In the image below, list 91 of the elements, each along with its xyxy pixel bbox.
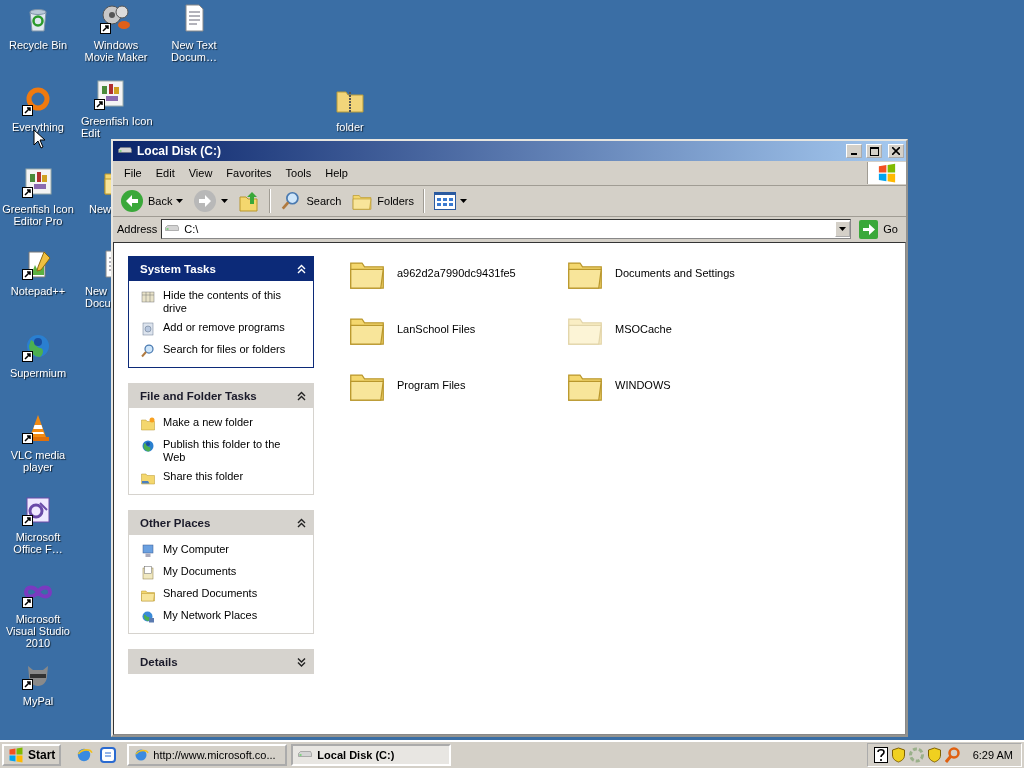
desktop-icon[interactable]: Greenfish Icon Editor Pro [0,166,76,227]
task-link[interactable]: Add or remove programs [140,321,289,337]
desktop-icon[interactable]: MyPal [0,658,76,707]
task-link[interactable]: My Network Places [140,609,289,625]
desktop-icon[interactable]: Everything [0,84,76,133]
views-button[interactable] [431,190,470,212]
folder-item[interactable]: WINDOWS [565,365,671,405]
taskbar-button[interactable]: http://www.microsoft.co... [127,744,288,766]
task-link[interactable]: Share this folder [140,470,289,486]
task-link[interactable]: Hide the contents of this drive [140,289,289,315]
folder-item[interactable]: Documents and Settings [565,253,735,293]
desktop-icon[interactable]: VLC media player [0,412,76,473]
back-button[interactable]: Back [117,187,187,215]
task-link[interactable]: My Documents [140,565,289,581]
task-link[interactable]: Shared Documents [140,587,289,603]
app-tile-icon [22,166,54,198]
folder-item[interactable]: LanSchool Files [347,309,476,349]
menu-item[interactable]: Favorites [219,164,279,182]
taskbar-button[interactable]: Local Disk (C:) [291,744,452,766]
desktop-icon[interactable]: folder [312,84,388,133]
shared-folder-icon [140,470,156,486]
help-icon[interactable] [873,747,888,763]
folder-item[interactable]: Program Files [347,365,466,405]
panel-header[interactable]: System Tasks [128,256,314,281]
panel-header[interactable]: Details [128,649,314,674]
network-icon [140,609,156,625]
quick-launch-button[interactable] [98,744,119,766]
desktop-icon[interactable]: Microsoft Visual Studio 2010 [0,576,76,649]
panel-title: Other Places [140,516,211,529]
panel-title: File and Folder Tasks [140,389,257,402]
desktop-icon[interactable]: Windows Movie Maker [78,2,154,63]
menu-item[interactable]: Tools [278,164,319,182]
folder-item[interactable]: a962d2a7990dc9431fe5 [347,253,516,293]
menu-item[interactable]: File [117,164,149,182]
desktop-icon[interactable]: Notepad++ [0,248,76,297]
window-title: Local Disk (C:) [137,144,222,158]
close-icon [892,147,900,155]
close-button[interactable] [888,144,904,158]
go-button[interactable]: Go [855,219,902,239]
collapse-button[interactable] [297,517,306,528]
globe-icon [140,438,156,454]
folder-item[interactable]: MSOCache [565,309,672,349]
desktop-icon[interactable]: New Text Docum… [156,2,232,63]
task-link[interactable]: Publish this folder to the Web [140,438,289,464]
shield-icon[interactable] [926,747,942,763]
folders-button[interactable]: Folders [348,188,417,214]
up-folder-icon [238,190,261,212]
menu-item[interactable]: View [181,164,220,182]
menu-item[interactable]: Edit [148,164,182,182]
panel-header[interactable]: File and Folder Tasks [128,383,314,408]
search-button[interactable]: Search [277,188,345,214]
task-link[interactable]: Make a new folder [140,416,289,432]
panel-title: Details [140,655,178,668]
desktop-icon[interactable]: Microsoft Office F… [0,494,76,555]
caret-icon [176,199,184,203]
collapse-button[interactable] [297,390,306,401]
window-icon [100,747,117,763]
flag-icon [8,747,24,763]
browser-icon [133,747,150,763]
grid-icon [140,289,156,305]
search-icon [140,343,156,359]
desktop-icon[interactable]: Recycle Bin [0,2,76,51]
caret-icon [460,199,467,203]
computer-icon [140,543,156,559]
dropdown-button[interactable] [835,221,851,237]
disc-box-icon [140,321,156,337]
desktop-icon[interactable]: Greenfish Icon Edit [81,78,161,139]
maximize-icon [869,146,879,156]
caret-icon [221,199,229,203]
collapse-button[interactable] [297,656,306,667]
panel-header[interactable]: Other Places [128,510,314,535]
task-link[interactable]: My Computer [140,543,289,559]
caret-icon [839,227,847,231]
menu-item[interactable]: Help [318,164,355,182]
folder-icon [140,587,156,603]
new-folder-icon [140,416,156,432]
flag-icon [877,163,897,183]
browser-icon [75,746,94,764]
address-label: Address [117,223,158,235]
shield-icon[interactable] [890,747,906,763]
maximize-button[interactable] [866,144,882,158]
view-grid-icon [434,192,456,210]
app-tile-icon [94,78,126,110]
task-link[interactable]: Search for files or folders [140,343,289,359]
address-field[interactable]: C:\ [161,219,852,239]
panel-title: System Tasks [140,262,216,275]
desktop-icon[interactable]: Supermium [0,330,76,379]
minimize-button[interactable] [846,144,862,158]
documents-icon [140,565,156,581]
start-button[interactable]: Start [2,744,62,766]
clock: 6:29 AM [972,749,1013,761]
